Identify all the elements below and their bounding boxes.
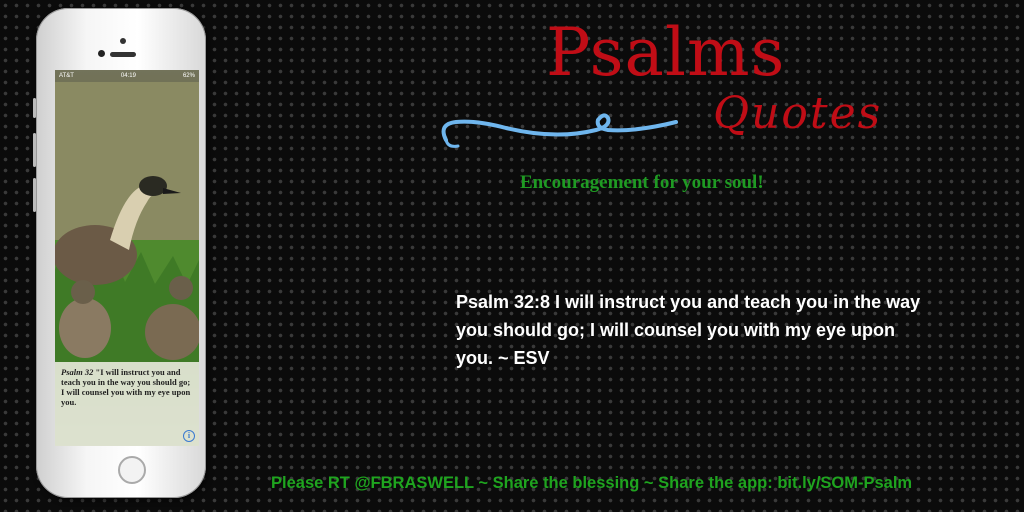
title-psalms: Psalms xyxy=(546,14,786,91)
home-button[interactable] xyxy=(118,456,146,484)
caption-reference: Psalm 32 xyxy=(61,367,94,377)
phone-volume-up xyxy=(33,133,36,167)
footer-share-text: Please RT @FBRASWELL ~ Share the blessin… xyxy=(271,474,913,492)
info-icon[interactable]: i xyxy=(183,430,195,442)
swirl-decoration xyxy=(441,113,678,148)
phone-sensor xyxy=(98,50,105,57)
phone-front-camera xyxy=(120,38,126,44)
tagline: Encouragement for your soul! xyxy=(520,172,764,193)
verse-text: Psalm 32:8 I will instruct you and teach… xyxy=(456,292,921,368)
phone-screen: AT&T 04:19 62% Psalm 32 "I will instruct… xyxy=(55,70,199,446)
phone-speaker xyxy=(110,52,136,57)
phone-volume-down xyxy=(33,178,36,212)
phone-mute-switch xyxy=(33,98,36,118)
goose-photo xyxy=(55,82,199,362)
verse-caption: Psalm 32 "I will instruct you and teach … xyxy=(55,362,199,446)
phone-mockup: AT&T 04:19 62% Psalm 32 "I will instruct… xyxy=(33,8,206,498)
title-quotes: Quotes xyxy=(713,88,883,139)
